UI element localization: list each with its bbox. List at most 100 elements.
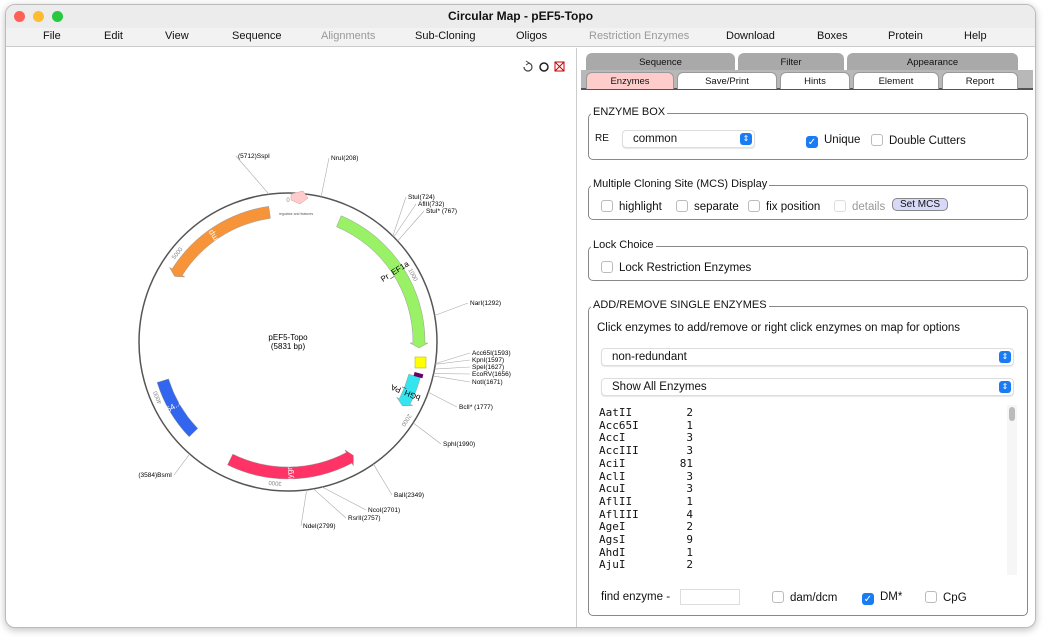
group-title: ADD/REMOVE SINGLE ENZYMES (591, 299, 769, 311)
enzyme-site-label[interactable]: BclI* (1777) (459, 404, 493, 411)
enzyme-site-label[interactable]: NcoI(2701) (368, 507, 400, 514)
enzyme-list-item[interactable]: AflIII 4 (599, 508, 1019, 522)
tab-element[interactable]: Element (853, 72, 939, 89)
menu-alignments[interactable]: Alignments (321, 30, 375, 42)
enzyme-count: 2 (686, 558, 693, 572)
enzyme-list-item[interactable]: AjuI 2 (599, 559, 1019, 572)
menu-file[interactable]: File (43, 30, 61, 42)
checkbox-label: dam/dcm (790, 592, 838, 604)
feature-label: hygroB (285, 457, 295, 483)
check-icon: ✓ (862, 593, 874, 605)
menu-sequence[interactable]: Sequence (232, 30, 282, 42)
select-value: Show All Enzymes (612, 381, 707, 393)
enzyme-list-item[interactable]: AclI 3 (599, 470, 1019, 484)
enzyme-site-label[interactable]: StuI(724) (408, 194, 435, 201)
details-checkbox[interactable]: details (834, 200, 885, 213)
window-title: Circular Map - pEF5-Topo (447, 9, 594, 23)
set-mcs-button[interactable]: Set MCS (892, 198, 949, 211)
enzyme-site-label[interactable]: NdeI(2799) (303, 523, 336, 530)
minimize-button[interactable] (33, 11, 44, 22)
group-title: ENZYME BOX (591, 106, 668, 118)
cpg-checkbox[interactable]: CpG (925, 591, 967, 604)
enzyme-site-label[interactable]: AflII(732) (418, 201, 444, 208)
redundancy-select[interactable]: non-redundant ⇕ (601, 348, 1014, 366)
close-button[interactable] (14, 11, 25, 22)
enzyme-site-label[interactable]: (3584)BsmI (138, 472, 172, 479)
enzyme-site-label[interactable]: (5712)SspI (238, 153, 270, 160)
tab-sequence[interactable]: Sequence (586, 53, 735, 71)
enzyme-site-label[interactable]: BalI(2349) (394, 492, 424, 499)
tab-enzymes[interactable]: Enzymes (586, 72, 674, 89)
highlight-checkbox[interactable]: highlight (601, 200, 662, 213)
enzyme-list-item[interactable]: AccIII 3 (599, 444, 1019, 458)
enzyme-list-item[interactable]: AatII 2 (599, 407, 1019, 420)
enzyme-list-item[interactable]: AgeI 2 (599, 521, 1019, 534)
enzyme-set-select[interactable]: common ⇕ (622, 130, 755, 148)
enzyme-site-label[interactable]: KpnI(1597) (472, 357, 504, 364)
menu-oligos[interactable]: Oligos (516, 30, 547, 42)
map-panel: pEF5-Topo (5831 bp) 0 1000 2000 3000 4000 5000 a… (6, 48, 577, 628)
zoom-button[interactable] (52, 11, 63, 22)
menu-boxes[interactable]: Boxes (817, 30, 848, 42)
enzyme-list-item[interactable]: AcuI 3 (599, 483, 1019, 496)
enzyme-list-item[interactable]: AciI 81 (599, 457, 1019, 471)
enzyme-name: AccIII (599, 444, 639, 458)
enzyme-site-label[interactable]: RsrII(2757) (348, 515, 381, 522)
enzyme-site-label[interactable]: StuI* (767) (426, 208, 457, 215)
enzyme-site-label[interactable]: SpeI(1627) (472, 364, 504, 371)
tab-report[interactable]: Report (942, 72, 1018, 89)
menu-sub-cloning[interactable]: Sub-Cloning (415, 30, 476, 42)
enzyme-filter-select[interactable]: Show All Enzymes ⇕ (601, 378, 1014, 396)
enzyme-list-item[interactable]: Acc65I 1 (599, 419, 1019, 433)
rotate-icon[interactable] (523, 60, 533, 72)
enzyme-site-label[interactable]: NruI(208) (331, 155, 358, 162)
chevron-updown-icon: ⇕ (999, 381, 1011, 393)
enzyme-site-line (173, 453, 190, 476)
enzyme-site-label[interactable]: SphI(1990) (443, 441, 475, 448)
circular-map[interactable]: pEF5-Topo(5831 bp)010002000300040005000a… (6, 48, 577, 628)
dm-checkbox[interactable]: ✓ DM* (862, 591, 902, 605)
double-cutters-checkbox[interactable]: Double Cutters (871, 134, 966, 147)
enzyme-list-item[interactable]: AccI 3 (599, 432, 1019, 445)
enzyme-list-item[interactable]: AgsI 9 (599, 533, 1019, 547)
menu-help[interactable]: Help (964, 30, 987, 42)
unique-checkbox[interactable]: ✓ Unique (806, 134, 860, 148)
enzyme-site-label[interactable]: EcoRV(1656) (472, 371, 511, 378)
list-scrollbar[interactable] (1007, 405, 1017, 575)
clear-icon[interactable] (554, 61, 565, 72)
menu-download[interactable]: Download (726, 30, 775, 42)
menu-edit[interactable]: Edit (104, 30, 123, 42)
menu-restriction-enzymes[interactable]: Restriction Enzymes (589, 30, 689, 42)
tick-label: 0 (286, 198, 290, 204)
enzyme-site-line (393, 203, 417, 238)
group-title: Multiple Cloning Site (MCS) Display (591, 178, 770, 190)
enzyme-site-label[interactable]: NotI(1671) (472, 379, 503, 386)
enzyme-list-item[interactable]: AhdI 1 (599, 546, 1019, 560)
checkbox-label: DM* (880, 591, 903, 603)
tab-hints[interactable]: Hints (780, 72, 850, 89)
enzyme-site-label[interactable]: Acc65I(1593) (472, 350, 511, 357)
yellow-feature[interactable] (414, 356, 427, 369)
menu-protein[interactable]: Protein (888, 30, 923, 42)
instructions-text: Click enzymes to add/remove or right cli… (597, 322, 961, 334)
scrollbar-thumb[interactable] (1009, 407, 1015, 421)
enzyme-name: AgsI (599, 533, 626, 547)
tab-filter[interactable]: Filter (738, 53, 844, 71)
enzyme-list-item[interactable]: AflII 1 (599, 495, 1019, 509)
tab-appearance[interactable]: Appearance (847, 53, 1018, 71)
enzyme-site-line (392, 196, 407, 237)
menu-bar: File Edit View Sequence Alignments Sub-Clonin… (6, 28, 1035, 47)
refresh-icon[interactable] (539, 62, 549, 72)
enzyme-site-line (433, 375, 471, 383)
enzyme-list[interactable]: AatII 2 Acc65I 1 AccI 3 AccIII 3 AciI 81 AclI 3 AcuI… (599, 407, 1019, 575)
enzyme-site-line (313, 488, 347, 519)
fix-position-checkbox[interactable]: fix position (748, 200, 820, 213)
dam-dcm-checkbox[interactable]: dam/dcm (772, 591, 837, 604)
lock-enzymes-checkbox[interactable]: Lock Restriction Enzymes (601, 261, 751, 274)
find-enzyme-input[interactable] (680, 589, 740, 605)
checkbox-label: details (852, 201, 886, 213)
tab-save-print[interactable]: Save/Print (677, 72, 777, 89)
separate-checkbox[interactable]: separate (676, 200, 739, 213)
menu-view[interactable]: View (165, 30, 189, 42)
enzyme-site-label[interactable]: NarI(1292) (470, 300, 501, 307)
